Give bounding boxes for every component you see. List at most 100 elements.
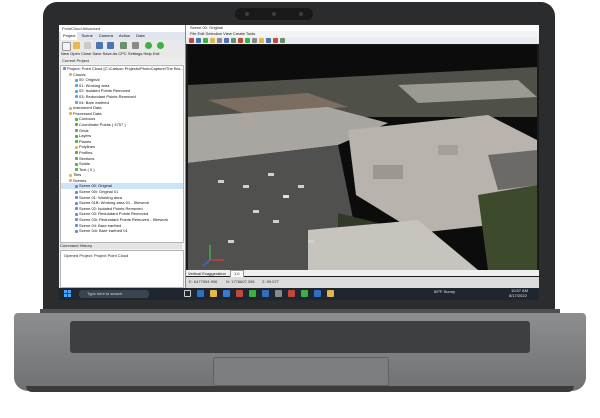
tree-node-icon — [75, 162, 78, 166]
close-icon[interactable] — [84, 42, 91, 49]
tree-node-icon — [75, 224, 78, 228]
tree-node-icon — [75, 218, 78, 222]
tree-node-icon — [75, 78, 78, 82]
tree-item-label: Text ( 0 ) — [79, 166, 95, 172]
app-icon[interactable] — [314, 290, 321, 297]
point-icon[interactable] — [266, 38, 271, 43]
app-icon[interactable] — [288, 290, 295, 297]
command-history-panel: Opened Project: Project Point Cloud — [60, 250, 184, 288]
tree-item-label: 02: Isolated Points Removed — [79, 88, 131, 94]
tree-node-icon — [69, 106, 72, 110]
easting-readout: E: 6477954.996 — [189, 279, 218, 284]
pan-icon[interactable] — [196, 38, 201, 43]
tab-project[interactable]: Project — [61, 32, 78, 40]
draw-icon[interactable] — [252, 38, 257, 43]
tree-node-icon — [75, 168, 78, 172]
tree-node-icon — [69, 179, 72, 183]
tree-item[interactable]: Scene 04i: Bare earthed 01 — [61, 228, 183, 234]
car — [253, 210, 259, 213]
app-icon[interactable] — [236, 290, 243, 297]
mail-icon[interactable] — [223, 290, 230, 297]
cpc-icon[interactable] — [120, 42, 127, 49]
save-icon[interactable] — [96, 42, 103, 49]
open-folder-icon[interactable] — [73, 42, 80, 49]
new-project-icon[interactable] — [62, 42, 71, 51]
project-toolbar: New Open Close Save Save As CPC Settings… — [59, 40, 185, 58]
car — [243, 185, 249, 188]
edge-browser-icon[interactable] — [197, 290, 204, 297]
elevation-readout: Z: 59.077 — [262, 279, 279, 284]
app-icon[interactable] — [249, 290, 256, 297]
weather-widget[interactable]: 89°F Sunny — [434, 290, 455, 294]
app-icon[interactable] — [327, 290, 334, 297]
tree-node-icon — [75, 207, 78, 211]
view-iso-icon[interactable] — [231, 38, 236, 43]
surface-icon[interactable] — [280, 38, 285, 43]
car — [308, 240, 314, 243]
rotate-icon[interactable] — [203, 38, 208, 43]
tree-item-label: Processed Data — [73, 110, 102, 116]
polyline-icon[interactable] — [259, 38, 264, 43]
tree-node-icon — [75, 117, 78, 121]
layer-icon[interactable] — [245, 38, 250, 43]
sensor-dot — [245, 12, 249, 16]
tab-camera[interactable]: Camera — [97, 32, 115, 40]
help-icon[interactable] — [145, 42, 152, 49]
zoom-extents-icon[interactable] — [217, 38, 222, 43]
history-line: Opened Project: Project Point Cloud — [64, 253, 129, 258]
tree-node-icon — [75, 184, 78, 188]
tree-node-icon — [75, 212, 78, 216]
app-icon[interactable] — [275, 290, 282, 297]
tab-action[interactable]: Action — [117, 32, 132, 40]
pointcloud-app-icon[interactable] — [301, 290, 308, 297]
tree-item-label: Project: Point Cloud [C:\Carlson Project… — [67, 66, 184, 71]
tree-node-icon — [75, 89, 78, 93]
point-cloud-viewport[interactable] — [188, 45, 537, 270]
command-history-header: Command History — [60, 243, 182, 249]
tree-item-label: Sections — [79, 155, 95, 161]
tree-item-label: Scene 01: Working area — [79, 194, 122, 200]
tree-item-label: 04: Bare earthed — [79, 99, 109, 105]
tree-item-label: Tiles — [73, 172, 82, 178]
tree-item-label: Contours — [79, 116, 96, 122]
sensor-dot — [299, 12, 303, 16]
tab-data[interactable]: Data — [134, 32, 146, 40]
tree-item-label: Clouds — [73, 71, 86, 77]
tree-node-icon — [75, 101, 78, 104]
tree-item-label: Solids — [79, 161, 90, 167]
zoom-icon[interactable] — [210, 38, 215, 43]
task-view-icon[interactable] — [184, 290, 191, 297]
windows-taskbar: Type here to search 89°F Sunny 10:57 AM … — [59, 288, 539, 300]
exit-icon[interactable] — [157, 42, 164, 49]
select-icon[interactable] — [189, 38, 194, 43]
file-explorer-icon[interactable] — [210, 290, 217, 297]
view-top-icon[interactable] — [224, 38, 229, 43]
webcam-lens — [272, 12, 276, 16]
tree-item-label: Scene 02: Isolated Points Removed — [79, 205, 143, 211]
section-icon[interactable] — [273, 38, 278, 43]
scene-window: Scene 00: Original File Edit Selection V… — [186, 25, 539, 288]
tree-node-icon — [75, 128, 78, 132]
tree-item-label: Planes — [79, 138, 92, 144]
tree-item-label: Scene 01B: Working area 01 - Sitework — [79, 200, 149, 206]
taskbar-search-box[interactable]: Type here to search — [79, 290, 149, 298]
scene-toolbar — [186, 37, 539, 44]
tree-item-label: Grids — [79, 127, 89, 133]
tree-node-icon — [75, 196, 78, 200]
project-tree[interactable]: Project: Point Cloud [C:\Carlson Project… — [60, 65, 184, 243]
tree-node-icon — [75, 201, 78, 205]
tab-scene[interactable]: Scene — [79, 32, 94, 40]
tree-node-icon — [75, 229, 78, 233]
measure-icon[interactable] — [238, 38, 243, 43]
app-icon[interactable] — [262, 290, 269, 297]
clock-date[interactable]: 8/17/2022 — [509, 294, 527, 298]
project-window: PointCloud Advanced Project Scene Camera… — [59, 25, 186, 288]
windows-start-icon[interactable] — [64, 290, 71, 297]
settings-icon[interactable] — [132, 42, 139, 49]
vertical-exaggeration-label: Vertical Exaggeration — [188, 271, 226, 276]
northing-readout: N: 1778607.398 — [226, 279, 255, 284]
tree-node-icon — [69, 73, 72, 77]
save-as-icon[interactable] — [107, 42, 114, 49]
car — [218, 180, 224, 183]
window-title: PointCloud Advanced — [59, 25, 185, 32]
